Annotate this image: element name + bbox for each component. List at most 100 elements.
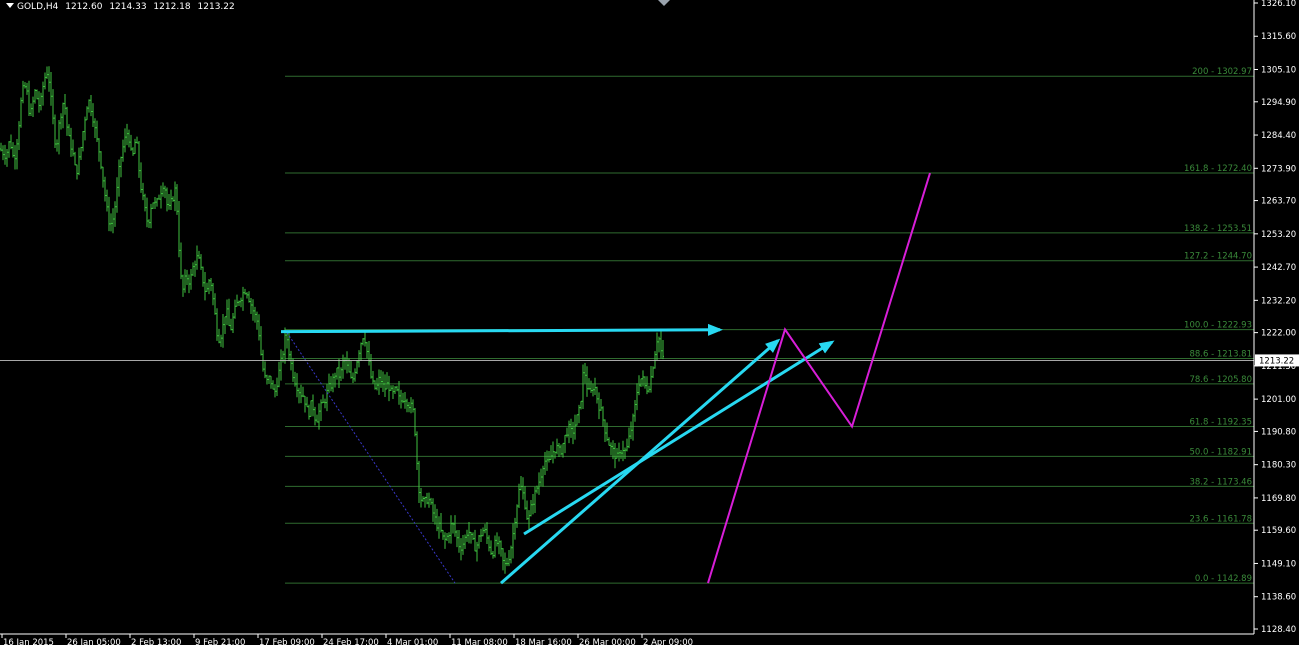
candle: [384, 374, 386, 398]
y-tick-label: 1253.20: [1261, 230, 1296, 240]
candle: [44, 72, 46, 90]
candle: [428, 492, 430, 508]
candle: [208, 278, 210, 295]
y-tick-label: 1305.10: [1261, 65, 1296, 75]
x-tick-label: 26 Jan 05:00: [67, 638, 121, 645]
fib-label: 88.6 - 1213.81: [1189, 350, 1252, 360]
candle: [144, 193, 146, 212]
candle: [558, 443, 560, 458]
candle: [524, 486, 526, 510]
candle: [566, 427, 568, 438]
candle: [180, 242, 182, 280]
candle: [188, 274, 190, 294]
candle: [42, 81, 44, 106]
candle: [104, 176, 106, 202]
candle: [174, 181, 176, 212]
high-value: 1214.33: [109, 2, 147, 12]
candle: [114, 201, 116, 227]
candle: [98, 138, 100, 162]
candle: [530, 499, 532, 517]
candle: [26, 82, 28, 95]
candle: [538, 472, 540, 495]
candle: [102, 166, 104, 188]
chart-shift-marker-icon[interactable]: [658, 0, 670, 6]
candle: [502, 548, 504, 571]
candle: [356, 360, 358, 375]
candle: [294, 371, 296, 387]
y-tick-label: 1190.80: [1261, 427, 1296, 437]
candle: [436, 508, 438, 532]
candle: [136, 136, 138, 144]
candle: [594, 377, 596, 395]
candle: [134, 138, 136, 155]
candle: [54, 114, 56, 148]
candle: [662, 340, 664, 360]
candle: [240, 297, 242, 308]
candle: [624, 447, 626, 460]
candle: [232, 313, 234, 333]
candle: [66, 106, 68, 136]
candle: [494, 535, 496, 558]
candle: [184, 269, 186, 293]
candle: [78, 147, 80, 176]
candle: [132, 147, 134, 156]
candle: [86, 106, 88, 121]
candle: [156, 197, 158, 207]
candle: [160, 185, 162, 209]
candle: [660, 330, 662, 359]
candle: [596, 386, 598, 404]
candle: [632, 413, 634, 441]
candle: [222, 314, 224, 348]
candle: [118, 159, 120, 197]
candle: [410, 397, 412, 414]
candle: [520, 476, 522, 491]
candle: [110, 213, 112, 232]
candle: [464, 534, 466, 550]
y-tick-label: 1138.60: [1261, 593, 1296, 603]
horizontal-resistance-arrow: [280, 323, 723, 336]
candle: [518, 483, 520, 509]
candle: [430, 497, 432, 505]
candle: [148, 219, 150, 228]
candle: [218, 328, 220, 344]
candle: [94, 118, 96, 139]
candle: [130, 134, 132, 151]
symbol-header[interactable]: GOLD,H4 1212.60 1214.33 1212.18 1213.22: [6, 2, 239, 12]
price-chart[interactable]: 0.0 - 1142.89 23.6 - 1161.78 38.2 - 1173.4…: [0, 0, 1299, 645]
candle: [512, 523, 514, 559]
symbol-label: GOLD,H4: [17, 2, 59, 12]
candle: [194, 260, 196, 277]
low-value: 1212.18: [153, 2, 191, 12]
y-tick-label: 1159.60: [1261, 526, 1296, 536]
candle: [472, 532, 474, 541]
candle: [468, 521, 470, 544]
x-tick-label: 26 Mar 00:00: [579, 638, 636, 645]
candle: [554, 451, 556, 459]
y-tick-label: 1222.00: [1261, 329, 1296, 339]
candle: [404, 391, 406, 409]
candle: [300, 384, 302, 404]
candle: [652, 366, 654, 379]
dropdown-triangle-icon[interactable]: [6, 3, 14, 8]
candle: [412, 399, 414, 413]
candle: [640, 378, 642, 388]
candle: [246, 292, 248, 299]
candle: [434, 504, 436, 525]
current-price-label: 1213.22: [1259, 356, 1294, 366]
candle: [532, 494, 534, 515]
candle: [252, 299, 254, 321]
fib-label: 138.2 - 1253.51: [1184, 224, 1252, 234]
candle: [496, 532, 498, 547]
fib-label: 161.8 - 1272.40: [1184, 164, 1252, 174]
fib-label: 78.6 - 1205.80: [1189, 375, 1252, 385]
candle: [432, 498, 434, 522]
candle: [510, 545, 512, 564]
x-tick-label: 2 Apr 09:00: [643, 638, 693, 645]
y-tick-label: 1232.20: [1261, 296, 1296, 306]
candle: [308, 404, 310, 420]
candle: [514, 517, 516, 540]
candle: [578, 404, 580, 424]
candle: [344, 357, 346, 370]
candles: [0, 66, 664, 574]
candle: [6, 149, 8, 167]
